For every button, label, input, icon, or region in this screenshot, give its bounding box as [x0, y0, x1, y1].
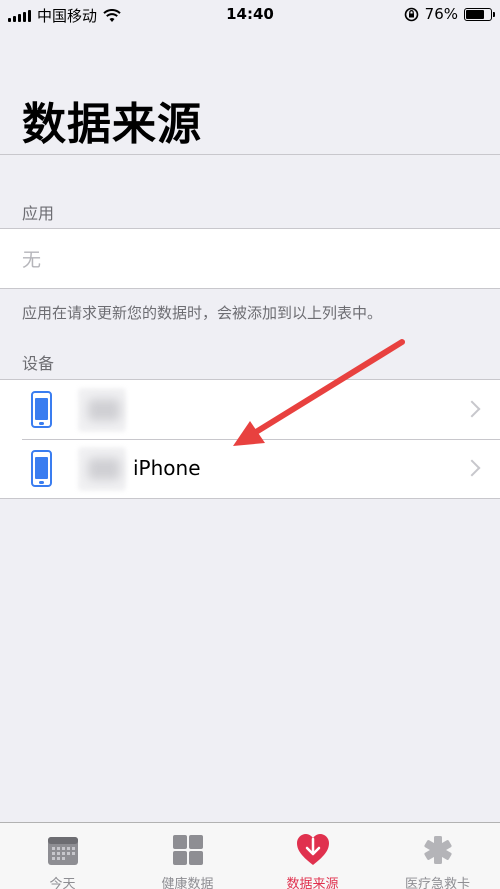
chevron-right-icon [463, 459, 481, 477]
title-divider [0, 154, 500, 155]
devices-section-header: 设备 [22, 354, 55, 373]
chevron-right-icon [463, 400, 481, 418]
blurred-text [88, 458, 120, 480]
iphone-icon [31, 391, 52, 428]
apps-section-header: 应用 [22, 204, 55, 223]
apps-section-footer: 应用在请求更新您的数据时，会被添加到以上列表中。 [22, 304, 383, 322]
tab-label: 健康数据 [161, 877, 214, 889]
tab-today[interactable]: 今天 [0, 823, 125, 889]
device-row[interactable]: iPhone [0, 439, 500, 498]
medical-id-icon [423, 836, 452, 864]
calendar-icon [47, 837, 78, 865]
tab-sources[interactable]: 数据来源 [250, 823, 375, 889]
tab-label: 医疗急救卡 [404, 877, 470, 889]
heart-download-icon [296, 834, 329, 865]
apps-group: 无 [0, 228, 500, 289]
tab-bar: 今天 健康数据 数据来源 医疗急救卡 [0, 822, 500, 889]
battery-icon [464, 7, 495, 21]
rotation-lock-icon [404, 7, 418, 21]
tab-medical-id[interactable]: 医疗急救卡 [375, 823, 500, 889]
tab-label: 今天 [49, 877, 76, 889]
grid-icon [172, 835, 203, 865]
apps-empty-row: 无 [0, 229, 500, 288]
battery-percent: 76% [424, 5, 458, 23]
blurred-text [88, 399, 120, 421]
battery-fill [466, 9, 485, 19]
iphone-icon [31, 450, 52, 487]
tab-label: 数据来源 [286, 877, 339, 889]
devices-group: iPhone [0, 379, 500, 499]
apps-empty-text: 无 [22, 249, 42, 271]
tab-health-data[interactable]: 健康数据 [125, 823, 250, 889]
device-name: iPhone [133, 456, 201, 480]
device-row[interactable] [0, 380, 500, 439]
status-bar: 中国移动 14:40 76% [0, 0, 500, 30]
page-title: 数据来源 [22, 99, 202, 150]
status-right: 76% [404, 5, 495, 23]
